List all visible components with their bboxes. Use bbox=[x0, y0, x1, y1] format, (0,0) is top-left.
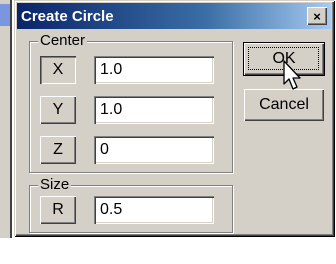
cancel-button[interactable]: Cancel bbox=[244, 89, 324, 121]
center-groupbox: Center X Y Z bbox=[29, 32, 233, 173]
y-axis-label: Y bbox=[52, 101, 64, 118]
center-x-field[interactable] bbox=[94, 56, 214, 84]
radius-button[interactable]: R bbox=[40, 196, 76, 224]
size-group-label: Size bbox=[38, 176, 72, 193]
center-y-field[interactable] bbox=[94, 96, 214, 124]
y-axis-button[interactable]: Y bbox=[40, 96, 76, 124]
background-window-titlebar bbox=[0, 4, 10, 26]
close-button[interactable]: × bbox=[307, 7, 327, 25]
close-icon: × bbox=[313, 8, 321, 24]
title-bar[interactable]: Create Circle × bbox=[17, 3, 331, 29]
radius-field[interactable] bbox=[94, 196, 214, 224]
background-window-edge bbox=[0, 0, 12, 238]
z-axis-button[interactable]: Z bbox=[40, 136, 76, 164]
center-group-label: Center bbox=[38, 32, 88, 49]
radius-label: R bbox=[52, 201, 64, 218]
size-groupbox: Size R bbox=[29, 176, 233, 233]
create-circle-dialog: Create Circle × Center X Y Z Size R OK C… bbox=[14, 0, 334, 236]
x-axis-label: X bbox=[52, 61, 64, 78]
z-axis-label: Z bbox=[53, 141, 63, 158]
mouse-pointer-icon bbox=[283, 60, 301, 90]
x-axis-button[interactable]: X bbox=[40, 56, 76, 84]
center-z-field[interactable] bbox=[94, 136, 214, 164]
cancel-button-label: Cancel bbox=[259, 96, 309, 113]
dialog-title: Create Circle bbox=[21, 7, 114, 25]
